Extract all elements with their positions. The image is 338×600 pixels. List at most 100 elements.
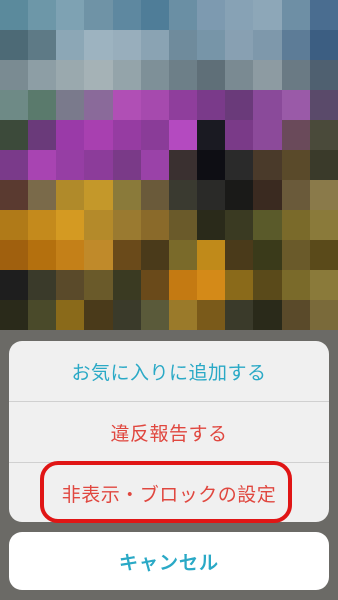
mosaic-tile (112, 60, 141, 90)
mosaic-tile (253, 240, 282, 270)
mosaic-tile (281, 120, 310, 150)
mosaic-tile (112, 120, 141, 150)
mosaic-tile (309, 120, 338, 150)
mosaic-tile (168, 210, 198, 240)
mosaic-tile (56, 90, 85, 120)
mosaic-tile (56, 0, 85, 30)
mosaic-tile (28, 300, 57, 330)
hide-block-settings-button[interactable]: 非表示・ブロックの設定 (9, 462, 329, 522)
mosaic-tile (28, 60, 57, 90)
mosaic-tile (309, 150, 338, 180)
mosaic-tile (253, 90, 282, 120)
mosaic-tile (28, 270, 57, 300)
mosaic-tile (309, 240, 338, 270)
mosaic-tile (28, 210, 57, 240)
screen: お気に入りに追加する 違反報告する 非表示・ブロックの設定 キャンセル (0, 0, 338, 600)
mosaic-tile (225, 300, 254, 330)
mosaic-tile (0, 30, 29, 60)
mosaic-tile (168, 90, 198, 120)
mosaic-tile (309, 270, 338, 300)
mosaic-tile (281, 150, 310, 180)
mosaic-tile (281, 60, 310, 90)
mosaic-tile (84, 120, 113, 150)
mosaic-tile (112, 300, 141, 330)
mosaic-tile (0, 60, 29, 90)
mosaic-tile (56, 60, 85, 90)
mosaic-tile (253, 30, 282, 60)
mosaic-tile (84, 180, 113, 210)
mosaic-tile (309, 0, 338, 30)
mosaic-tile (197, 120, 226, 150)
mosaic-tile (28, 0, 57, 30)
mosaic-tile (140, 60, 169, 90)
mosaic-tile (56, 210, 85, 240)
mosaic-tile (112, 180, 141, 210)
mosaic-tile (28, 240, 57, 270)
mosaic-tile (168, 150, 198, 180)
mosaic-tile (140, 300, 169, 330)
mosaic-tile (140, 120, 169, 150)
mosaic-tile (140, 90, 169, 120)
report-violation-button[interactable]: 違反報告する (9, 401, 329, 462)
mosaic-tile (28, 120, 57, 150)
mosaic-tile (140, 270, 169, 300)
mosaic-tile (56, 120, 85, 150)
mosaic-tile (84, 270, 113, 300)
mosaic-tile (112, 150, 141, 180)
mosaic-tile (112, 210, 141, 240)
mosaic-tile (225, 0, 254, 30)
mosaic-tile (281, 240, 310, 270)
mosaic-tile (309, 180, 338, 210)
mosaic-tile (28, 90, 57, 120)
mosaic-tile (197, 30, 226, 60)
mosaic-tile (0, 300, 29, 330)
mosaic-tile (309, 300, 338, 330)
mosaic-tile (281, 210, 310, 240)
mosaic-tile (225, 150, 254, 180)
mosaic-tile (168, 180, 198, 210)
mosaic-tile (253, 60, 282, 90)
mosaic-tile (168, 0, 198, 30)
mosaic-tile (281, 270, 310, 300)
mosaic-tile (84, 0, 113, 30)
mosaic-tile (84, 240, 113, 270)
mosaic-tile (168, 120, 198, 150)
mosaic-tile (168, 270, 198, 300)
mosaic-tile (0, 150, 29, 180)
mosaic-tile (28, 180, 57, 210)
mosaic-tile (28, 30, 57, 60)
mosaic-tile (168, 300, 198, 330)
background-photo (0, 0, 338, 360)
mosaic-tile (281, 30, 310, 60)
mosaic-tile (112, 0, 141, 30)
add-to-favorites-button[interactable]: お気に入りに追加する (9, 341, 329, 401)
mosaic-tile (56, 240, 85, 270)
mosaic-tile (309, 210, 338, 240)
mosaic-tile (253, 180, 282, 210)
mosaic-tile (281, 90, 310, 120)
mosaic-tile (253, 300, 282, 330)
action-sheet: お気に入りに追加する 違反報告する 非表示・ブロックの設定 (9, 341, 329, 522)
mosaic-tile (225, 60, 254, 90)
mosaic-tile (0, 90, 29, 120)
mosaic-tile (253, 270, 282, 300)
mosaic-tile (112, 30, 141, 60)
mosaic-tile (84, 150, 113, 180)
mosaic-tile (168, 240, 198, 270)
mosaic-tile (0, 0, 29, 30)
mosaic-tile (112, 90, 141, 120)
mosaic-tile (56, 30, 85, 60)
cancel-button[interactable]: キャンセル (9, 532, 329, 590)
mosaic-tile (56, 270, 85, 300)
mosaic-tile (197, 210, 226, 240)
mosaic-tile (309, 30, 338, 60)
mosaic-tile (253, 120, 282, 150)
mosaic-tile (0, 120, 29, 150)
mosaic-tile (197, 180, 226, 210)
mosaic-tile (84, 60, 113, 90)
mosaic-tile (225, 180, 254, 210)
mosaic-tile (28, 150, 57, 180)
mosaic-tile (0, 270, 29, 300)
mosaic-tile (197, 60, 226, 90)
mosaic-tile (225, 120, 254, 150)
